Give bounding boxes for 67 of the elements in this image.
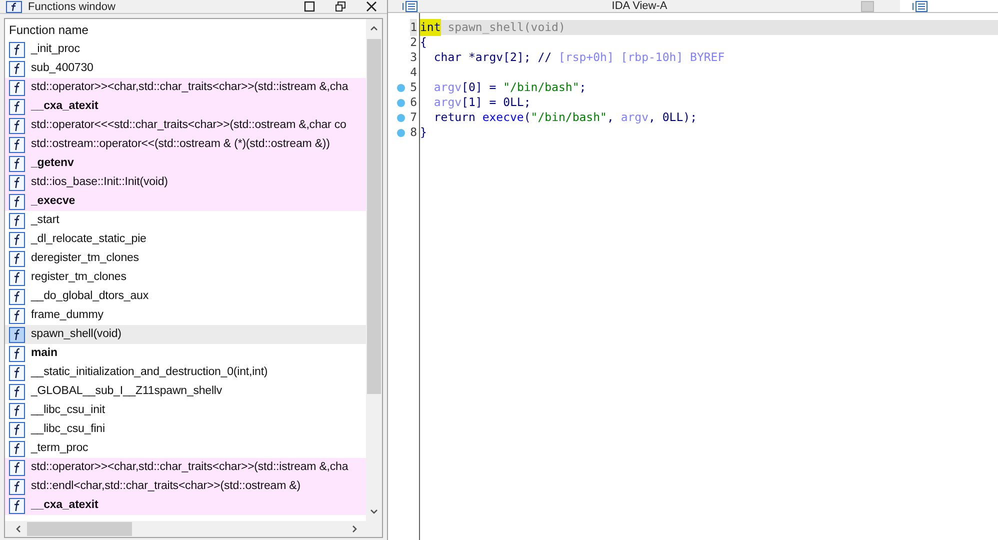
scroll-right-icon[interactable] — [352, 525, 358, 533]
document-icon[interactable] — [912, 0, 928, 12]
scrollbar-thumb[interactable] — [27, 522, 132, 536]
function-icon — [6, 0, 22, 12]
function-icon — [9, 364, 25, 380]
function-icon — [9, 478, 25, 494]
line-number: 8 — [410, 124, 417, 141]
function-row[interactable]: _getenv — [5, 154, 366, 173]
function-icon — [9, 156, 25, 172]
function-row[interactable]: spawn_shell(void) — [5, 325, 366, 344]
function-icon — [9, 384, 25, 400]
function-icon — [9, 136, 25, 152]
function-row[interactable]: std::endl<char,std::char_traits<char>>(std::ostream &) — [5, 477, 366, 496]
column-header[interactable]: Function name — [5, 19, 366, 40]
function-row[interactable]: std::operator>><char,std::char_traits<char>>(std::istream &,cha — [5, 458, 366, 477]
line-number: 7 — [410, 108, 417, 126]
function-icon — [9, 250, 25, 266]
function-icon — [9, 80, 25, 96]
restore-icon[interactable] — [335, 1, 346, 12]
scroll-left-icon[interactable] — [15, 525, 21, 533]
function-row[interactable]: __cxa_atexit — [5, 496, 366, 515]
function-icon — [9, 118, 25, 134]
function-icon — [9, 288, 25, 304]
line-number: 6 — [410, 94, 417, 111]
function-icon — [9, 498, 25, 514]
scroll-down-icon[interactable] — [370, 509, 378, 515]
function-icon — [9, 232, 25, 248]
function-icon — [9, 174, 25, 190]
horizontal-scrollbar[interactable] — [5, 521, 382, 537]
function-row[interactable]: std::ios_base::Init::Init(void) — [5, 173, 366, 192]
window-title: Functions window — [28, 0, 116, 12]
function-icon — [9, 270, 25, 286]
code-line: char *argv[2]; // [rsp+0h] [rbp-10h] BYREF — [432, 50, 726, 65]
code-line: { — [420, 35, 428, 50]
function-icon — [9, 212, 25, 228]
code-line: } — [420, 125, 428, 140]
tab-close-button[interactable] — [861, 0, 874, 12]
scrollbar-thumb[interactable] — [367, 39, 381, 394]
function-icon — [9, 42, 25, 58]
line-number: 2 — [410, 34, 417, 51]
function-icon — [9, 346, 25, 362]
code-line: argv[1] = 0LL; — [432, 95, 532, 110]
line-number: 4 — [410, 64, 417, 81]
function-row[interactable]: std::operator>><char,std::char_traits<char>>(std::istream &,cha — [5, 78, 366, 97]
function-icon — [9, 440, 25, 456]
code-line: argv[0] = "/bin/bash"; — [432, 80, 588, 95]
code-line: return execve("/bin/bash", argv, 0LL); — [432, 110, 698, 125]
function-icon — [9, 402, 25, 418]
tab-title[interactable]: IDA View-A — [612, 0, 668, 12]
function-icon — [9, 60, 25, 76]
maximize-icon[interactable] — [304, 1, 315, 12]
line-number: 5 — [410, 78, 417, 96]
function-row[interactable]: _execve — [5, 192, 366, 211]
line-number: 1 — [410, 18, 417, 36]
function-icon — [9, 460, 25, 476]
function-row[interactable]: std::operator<<<std::char_traits<char>>(std::ostream &,char co — [5, 116, 366, 135]
function-icon — [9, 422, 25, 438]
function-icon — [9, 194, 25, 210]
line-number: 3 — [410, 48, 417, 66]
scroll-up-icon[interactable] — [370, 25, 378, 31]
close-icon[interactable] — [366, 1, 377, 12]
function-row[interactable]: std::ostream::operator<<(std::ostream & (*)(std::ostream &)) — [5, 135, 366, 154]
function-icon — [9, 308, 25, 324]
function-icon — [9, 326, 25, 342]
vertical-scrollbar[interactable] — [366, 19, 382, 521]
function-row[interactable]: __cxa_atexit — [5, 97, 366, 116]
function-icon — [9, 98, 25, 114]
